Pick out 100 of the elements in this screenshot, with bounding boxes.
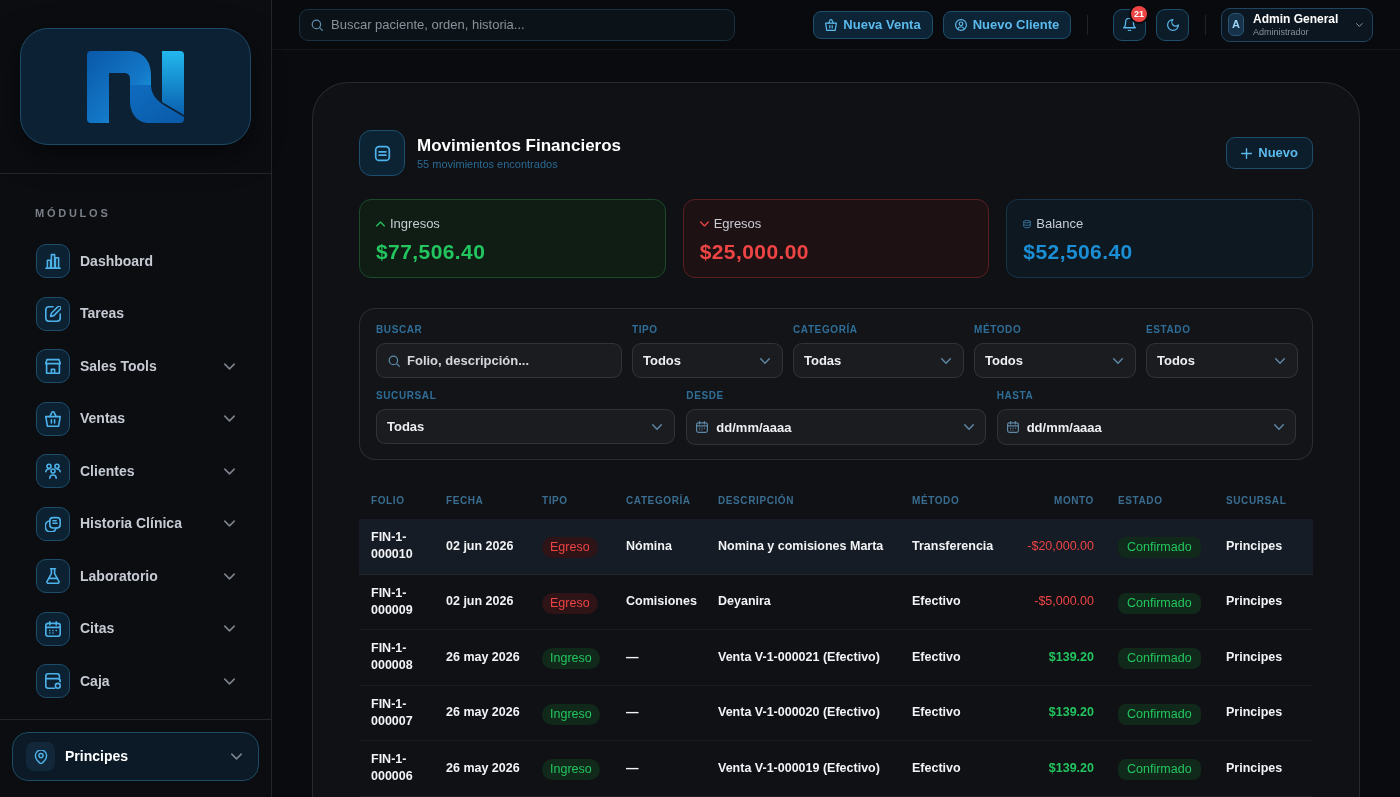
theme-toggle-button[interactable] bbox=[1156, 8, 1189, 41]
sidebar-item[interactable]: Laboratorio bbox=[0, 550, 271, 603]
stat-label: Balance bbox=[1036, 215, 1084, 234]
table-cell-text: — bbox=[625, 704, 640, 722]
chevron-icon bbox=[652, 423, 663, 430]
field-label: DESDE bbox=[686, 390, 724, 402]
page-title: Movimientos Financieros bbox=[417, 135, 622, 157]
date-field[interactable]: dd/mm/aaaa bbox=[996, 409, 1296, 445]
chevron-icon bbox=[224, 572, 235, 580]
chevron-down-icon bbox=[699, 221, 709, 227]
action-button[interactable]: Nuevo Cliente bbox=[943, 10, 1071, 39]
table-cell-text: Nomina y comisiones Marta bbox=[717, 537, 885, 555]
table-cell-text: Nómina bbox=[625, 537, 673, 555]
table-cell-text: Efectivo bbox=[911, 759, 962, 777]
table-cell-text: FIN-1-000007 bbox=[370, 695, 414, 730]
map-pin-icon bbox=[26, 742, 55, 771]
stat-value: $52,506.40 bbox=[1023, 239, 1133, 265]
users-icon bbox=[36, 454, 70, 489]
filter-dropdown[interactable]: Todos bbox=[974, 343, 1136, 378]
table-cell-text: FIN-1-000006 bbox=[370, 751, 414, 786]
status-badge: Confirmado bbox=[1118, 648, 1201, 670]
column-header: SUCURSAL bbox=[1225, 494, 1288, 508]
chevron-icon bbox=[224, 467, 235, 475]
bar-chart-icon bbox=[36, 244, 70, 279]
status-badge: Confirmado bbox=[1118, 703, 1201, 725]
chevron-icon bbox=[231, 753, 242, 760]
table-cell-text: Transferencia bbox=[911, 537, 995, 555]
table-cell-text: Efectivo bbox=[911, 704, 962, 722]
field-label: MÉTODO bbox=[974, 324, 1022, 336]
type-badge: Egreso bbox=[542, 592, 598, 614]
document-icon bbox=[359, 130, 405, 176]
table-cell-text: Deyanira bbox=[717, 593, 772, 611]
wallet-icon bbox=[36, 664, 70, 699]
table-cell-text: Comisiones bbox=[625, 593, 698, 611]
basket-icon bbox=[825, 18, 838, 31]
type-badge: Egreso bbox=[542, 537, 598, 559]
stat-value: $77,506.40 bbox=[376, 239, 486, 265]
chevron-icon bbox=[941, 357, 951, 364]
chevron-icon bbox=[224, 415, 235, 423]
sidebar-item[interactable]: Caja bbox=[0, 655, 271, 708]
column-header: DESCRIPCIÓN bbox=[717, 493, 796, 508]
field-label: ESTADO bbox=[1146, 324, 1191, 336]
action-button[interactable]: Nueva Venta bbox=[813, 10, 933, 39]
bell-icon bbox=[1123, 18, 1136, 31]
sidebar-item[interactable]: Citas bbox=[0, 602, 271, 655]
calendar-icon bbox=[1006, 421, 1019, 433]
type-badge: Ingreso bbox=[542, 648, 600, 670]
user-menu[interactable]: A Admin General Administrador bbox=[1221, 7, 1373, 42]
table-row[interactable]: FIN-1-000010 02 jun 2026 Egreso Nómina Nomina y comisiones Marta Transferencia -$20,000.00 Confirmado Principes bbox=[359, 519, 1313, 575]
sidebar-item[interactable]: Dashboard bbox=[0, 235, 271, 288]
stat-label: Egresos bbox=[713, 215, 762, 234]
sidebar-item[interactable]: Historia Clínica bbox=[0, 497, 271, 550]
chevron-up-icon bbox=[376, 221, 385, 227]
chevron-icon bbox=[224, 362, 235, 370]
field-label: CATEGORÍA bbox=[793, 324, 858, 336]
sidebar-item[interactable]: Sales Tools bbox=[0, 340, 271, 393]
column-header: TIPO bbox=[541, 494, 569, 508]
basket-icon bbox=[36, 401, 70, 436]
sidebar-item[interactable]: Clientes bbox=[0, 445, 271, 498]
table-cell-text: FIN-1-000010 bbox=[370, 529, 414, 564]
filter-dropdown[interactable]: Todos bbox=[1146, 343, 1298, 378]
table-cell-text: — bbox=[625, 648, 640, 666]
new-button[interactable]: Nuevo bbox=[1226, 137, 1313, 169]
calendar-icon bbox=[36, 611, 70, 646]
filter-dropdown[interactable]: Todos bbox=[632, 343, 783, 378]
chevron-icon bbox=[1274, 424, 1284, 430]
field-label: BUSCAR bbox=[376, 324, 423, 336]
table-cell-text: FIN-1-000008 bbox=[370, 640, 414, 675]
table-cell-text: Efectivo bbox=[911, 648, 962, 666]
type-badge: Ingreso bbox=[542, 703, 600, 725]
search-icon bbox=[388, 354, 400, 367]
column-header: MONTO bbox=[1052, 494, 1095, 508]
type-badge: Ingreso bbox=[542, 759, 600, 781]
table-cell-text: $139.20 bbox=[1047, 704, 1095, 722]
table-cell-text: Principes bbox=[1225, 704, 1284, 722]
filter-dropdown[interactable]: Todas bbox=[376, 409, 676, 444]
search-field[interactable]: Buscar paciente, orden, historia... bbox=[299, 8, 735, 41]
date-field[interactable]: dd/mm/aaaa bbox=[686, 409, 986, 445]
store-icon bbox=[36, 349, 70, 384]
column-header: FECHA bbox=[445, 494, 485, 508]
table-cell-text: $139.20 bbox=[1047, 759, 1095, 777]
user-name: Admin General bbox=[1253, 12, 1339, 25]
branch-selector[interactable]: Principes bbox=[12, 732, 259, 781]
filter-dropdown[interactable]: Todas bbox=[793, 343, 964, 378]
stat-label: Ingresos bbox=[390, 215, 440, 234]
field-label: SUCURSAL bbox=[376, 390, 437, 402]
user-role: Administrador bbox=[1253, 27, 1309, 37]
overlapping-shapes-icon bbox=[36, 506, 70, 541]
flask-icon bbox=[36, 559, 70, 594]
table-cell-text: Principes bbox=[1225, 759, 1284, 777]
stat-value: $25,000.00 bbox=[699, 239, 809, 265]
status-badge: Confirmado bbox=[1118, 537, 1201, 559]
plus-icon bbox=[1241, 147, 1253, 159]
sidebar-item[interactable]: Ventas bbox=[0, 392, 271, 445]
sidebar-item[interactable]: Tareas bbox=[0, 287, 271, 340]
table-cell-text: Principes bbox=[1225, 593, 1284, 611]
table-cell-text: FIN-1-000009 bbox=[370, 584, 414, 619]
chevron-icon bbox=[760, 357, 770, 364]
table-cell-text: Principes bbox=[1225, 648, 1284, 666]
chevron-icon bbox=[1275, 357, 1285, 364]
